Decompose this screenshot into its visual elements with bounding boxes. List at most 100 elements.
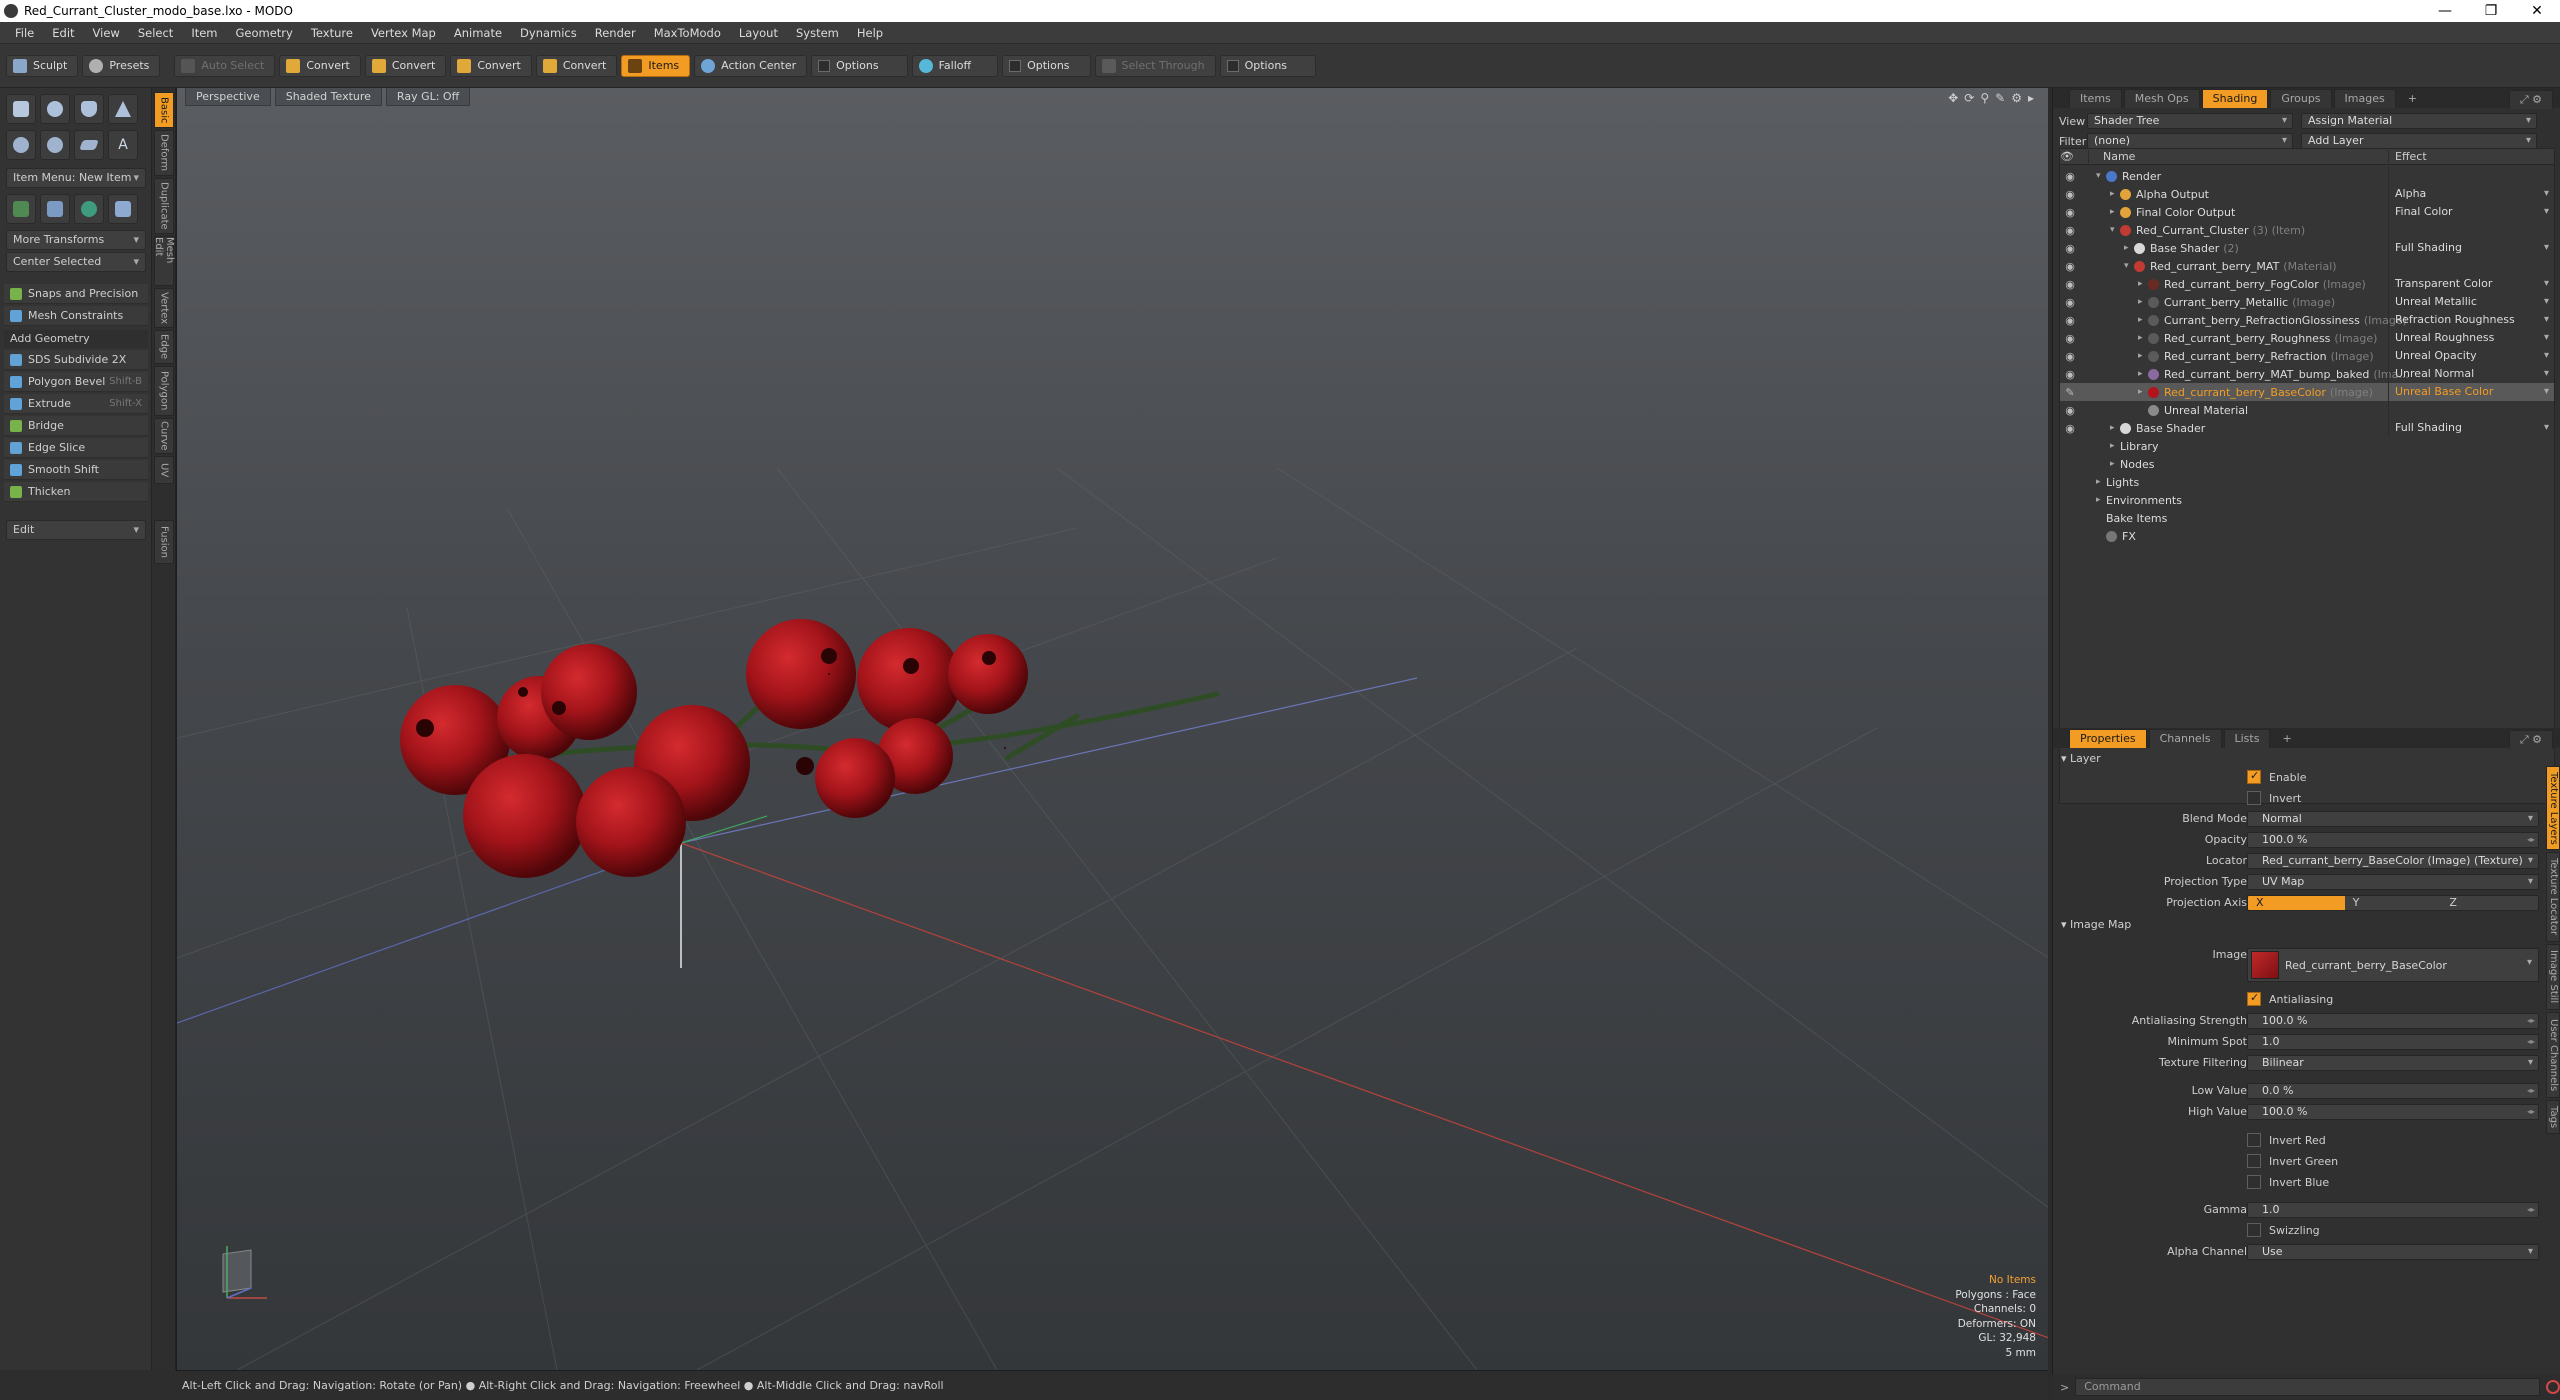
shader-tree-row[interactable]: ◉ ▸ Alpha Output Alpha: [2060, 185, 2554, 203]
shader-tree-row[interactable]: ◉ ▸ Red_currant_berry_FogColor (Image) Trans…: [2060, 275, 2554, 293]
opacity-field[interactable]: 100.0 %: [2247, 832, 2539, 848]
add-tab-icon[interactable]: +: [2398, 90, 2427, 108]
shader-tree-row[interactable]: ◉ Unreal Material: [2060, 401, 2554, 419]
collapsed-arrow-icon[interactable]: ▸: [2138, 333, 2148, 343]
row-effect[interactable]: Unreal Opacity: [2388, 347, 2554, 365]
collapsed-arrow-icon[interactable]: ▸: [2138, 387, 2148, 397]
smooth-shift-button[interactable]: Smooth Shift: [4, 460, 148, 480]
capsule-icon[interactable]: [40, 130, 70, 160]
shader-tree-row[interactable]: ◉ ▾ Red_Currant_Cluster (3) (Item): [2060, 221, 2554, 239]
view-perspective-button[interactable]: Perspective: [185, 88, 271, 106]
panel-options-icon[interactable]: ⤢ ⚙: [2508, 90, 2553, 109]
mesh-constraints-button[interactable]: Mesh Constraints: [4, 306, 148, 326]
visibility-eye-icon[interactable]: ◉: [2060, 350, 2080, 363]
visibility-eye-icon[interactable]: ◉: [2060, 404, 2080, 417]
globe-icon[interactable]: [74, 194, 104, 224]
blend-mode-dropdown[interactable]: Normal: [2247, 811, 2539, 827]
menu-view[interactable]: View: [84, 26, 129, 40]
visibility-eye-icon[interactable]: ◉: [2060, 224, 2080, 237]
tab-vertex[interactable]: Vertex: [154, 288, 174, 328]
antialiasing-checkbox[interactable]: Antialiasing: [2247, 991, 2333, 1006]
falloff-button[interactable]: Falloff: [911, 54, 999, 77]
falloff-options-button[interactable]: Options: [1002, 54, 1091, 77]
visibility-eye-icon[interactable]: ◉: [2060, 296, 2080, 309]
shader-tree-row[interactable]: ◉ ▸ Final Color Output Final Color: [2060, 203, 2554, 221]
menu-system[interactable]: System: [787, 26, 848, 40]
collapsed-arrow-icon[interactable]: ▸: [2096, 495, 2106, 505]
tab-images[interactable]: Images: [2333, 89, 2396, 108]
visibility-eye-icon[interactable]: ◉: [2060, 206, 2080, 219]
tab-lists[interactable]: Lists: [2223, 729, 2271, 748]
ray-gl-button[interactable]: Ray GL: Off: [385, 88, 471, 106]
menu-item[interactable]: Item: [182, 26, 226, 40]
low-value-field[interactable]: 0.0 %: [2247, 1083, 2539, 1099]
collapsed-arrow-icon[interactable]: ▸: [2110, 189, 2120, 199]
menu-render[interactable]: Render: [586, 26, 645, 40]
shader-tree-row[interactable]: ▸ Environments: [2060, 491, 2554, 509]
menu-select[interactable]: Select: [129, 26, 182, 40]
shader-tree-row[interactable]: ✎ ▸ Red_currant_berry_BaseColor (Image) Unre…: [2060, 383, 2554, 401]
cone-icon[interactable]: [108, 94, 138, 124]
invert-green-checkbox[interactable]: Invert Green: [2247, 1154, 2338, 1168]
swizzling-checkbox[interactable]: Swizzling: [2247, 1223, 2320, 1237]
options-checkbox[interactable]: [1009, 59, 1022, 72]
polygon-bevel-button[interactable]: Polygon Bevel Shift-B: [4, 372, 148, 392]
row-effect[interactable]: Unreal Base Color: [2388, 383, 2554, 401]
visibility-eye-icon[interactable]: ◉: [2060, 278, 2080, 291]
stop-icon[interactable]: [2546, 1380, 2560, 1394]
invert-red-checkbox[interactable]: Invert Red: [2247, 1133, 2326, 1147]
collapsed-arrow-icon[interactable]: ▸: [2110, 441, 2120, 451]
layer-section-header[interactable]: ▾ Layer: [2061, 752, 2101, 765]
edit-dropdown[interactable]: Edit: [6, 520, 146, 540]
menu-file[interactable]: File: [6, 26, 43, 40]
options-checkbox[interactable]: [818, 59, 831, 72]
tab-texture-layers[interactable]: Texture Layers: [2546, 766, 2560, 850]
tab-channels[interactable]: Channels: [2148, 729, 2222, 748]
shader-tree-row[interactable]: ◉ ▸ Base Shader (2) Full Shading: [2060, 239, 2554, 257]
shader-tree-row[interactable]: ▸ Lights: [2060, 473, 2554, 491]
text-icon[interactable]: A: [108, 130, 138, 160]
tab-duplicate[interactable]: Duplicate: [154, 178, 174, 234]
auto-select-button[interactable]: Auto Select: [174, 54, 276, 77]
close-button[interactable]: ✕: [2514, 0, 2560, 22]
visibility-eye-icon[interactable]: ✎: [2060, 386, 2080, 399]
row-effect[interactable]: Full Shading: [2388, 239, 2554, 257]
tab-basic[interactable]: Basic: [154, 92, 174, 128]
add-geometry-header[interactable]: Add Geometry: [4, 330, 148, 348]
shader-tree-row[interactable]: ▸ Nodes: [2060, 455, 2554, 473]
shader-tree-row[interactable]: ▸ Library: [2060, 437, 2554, 455]
items-mode-button[interactable]: Items: [621, 54, 691, 77]
tab-mesh-edit[interactable]: Mesh Edit: [153, 236, 175, 286]
select-through-options-button[interactable]: Options: [1219, 54, 1317, 77]
torus-icon[interactable]: [6, 130, 36, 160]
locator-dropdown[interactable]: Red_currant_berry_BaseColor (Image) (Tex…: [2247, 853, 2539, 869]
view-dropdown[interactable]: Shader Tree: [2087, 113, 2293, 129]
row-effect[interactable]: Final Color: [2388, 203, 2554, 221]
row-effect[interactable]: Unreal Metallic: [2388, 293, 2554, 311]
shader-tree-row[interactable]: ◉ ▾ Red_currant_berry_MAT (Material): [2060, 257, 2554, 275]
shader-tree-row[interactable]: ◉ ▸ Currant_berry_RefractionGlossiness (Ima…: [2060, 311, 2554, 329]
collapsed-arrow-icon[interactable]: ▸: [2138, 279, 2148, 289]
menu-help[interactable]: Help: [848, 26, 892, 40]
visibility-eye-icon[interactable]: ◉: [2060, 422, 2080, 435]
gamma-field[interactable]: 1.0: [2247, 1202, 2539, 1218]
menu-animate[interactable]: Animate: [445, 26, 511, 40]
select-through-button[interactable]: Select Through: [1094, 54, 1216, 77]
collapsed-arrow-icon[interactable]: ▸: [2138, 369, 2148, 379]
tab-deform[interactable]: Deform: [154, 130, 174, 176]
expanded-arrow-icon[interactable]: ▾: [2124, 261, 2134, 271]
draw-icon[interactable]: ✎: [1995, 91, 2005, 105]
menu-maxtomodo[interactable]: MaxToModo: [645, 26, 730, 40]
row-effect[interactable]: Transparent Color: [2388, 275, 2554, 293]
minimum-spot-field[interactable]: 1.0: [2247, 1034, 2539, 1050]
visibility-eye-icon[interactable]: ◉: [2060, 188, 2080, 201]
plane-icon[interactable]: [74, 130, 104, 160]
high-value-field[interactable]: 100.0 %: [2247, 1104, 2539, 1120]
tab-properties[interactable]: Properties: [2069, 729, 2147, 748]
sculpt-button[interactable]: Sculpt: [6, 54, 79, 77]
collapsed-arrow-icon[interactable]: ▸: [2124, 243, 2134, 253]
row-effect[interactable]: Alpha: [2388, 185, 2554, 203]
collapsed-arrow-icon[interactable]: ▸: [2110, 423, 2120, 433]
tab-shading[interactable]: Shading: [2201, 89, 2269, 108]
assign-material-dropdown[interactable]: Assign Material: [2301, 113, 2537, 129]
